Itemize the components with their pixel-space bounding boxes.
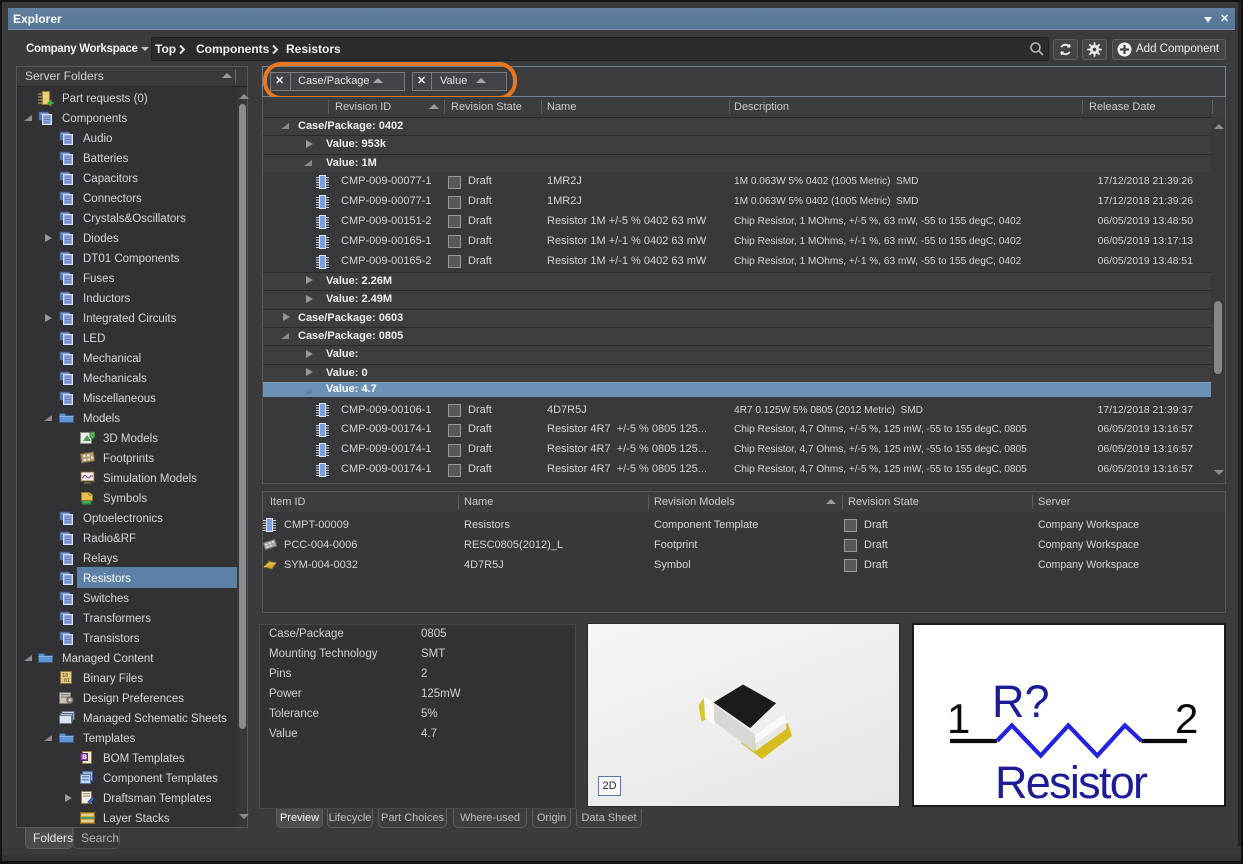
svg-text:1: 1 — [947, 695, 970, 742]
svg-text:01: 01 — [64, 678, 70, 684]
svg-text:2: 2 — [1175, 695, 1198, 742]
svg-text:B: B — [82, 754, 87, 761]
svg-text:Resistor: Resistor — [995, 757, 1148, 807]
svg-text:R?: R? — [992, 676, 1050, 727]
